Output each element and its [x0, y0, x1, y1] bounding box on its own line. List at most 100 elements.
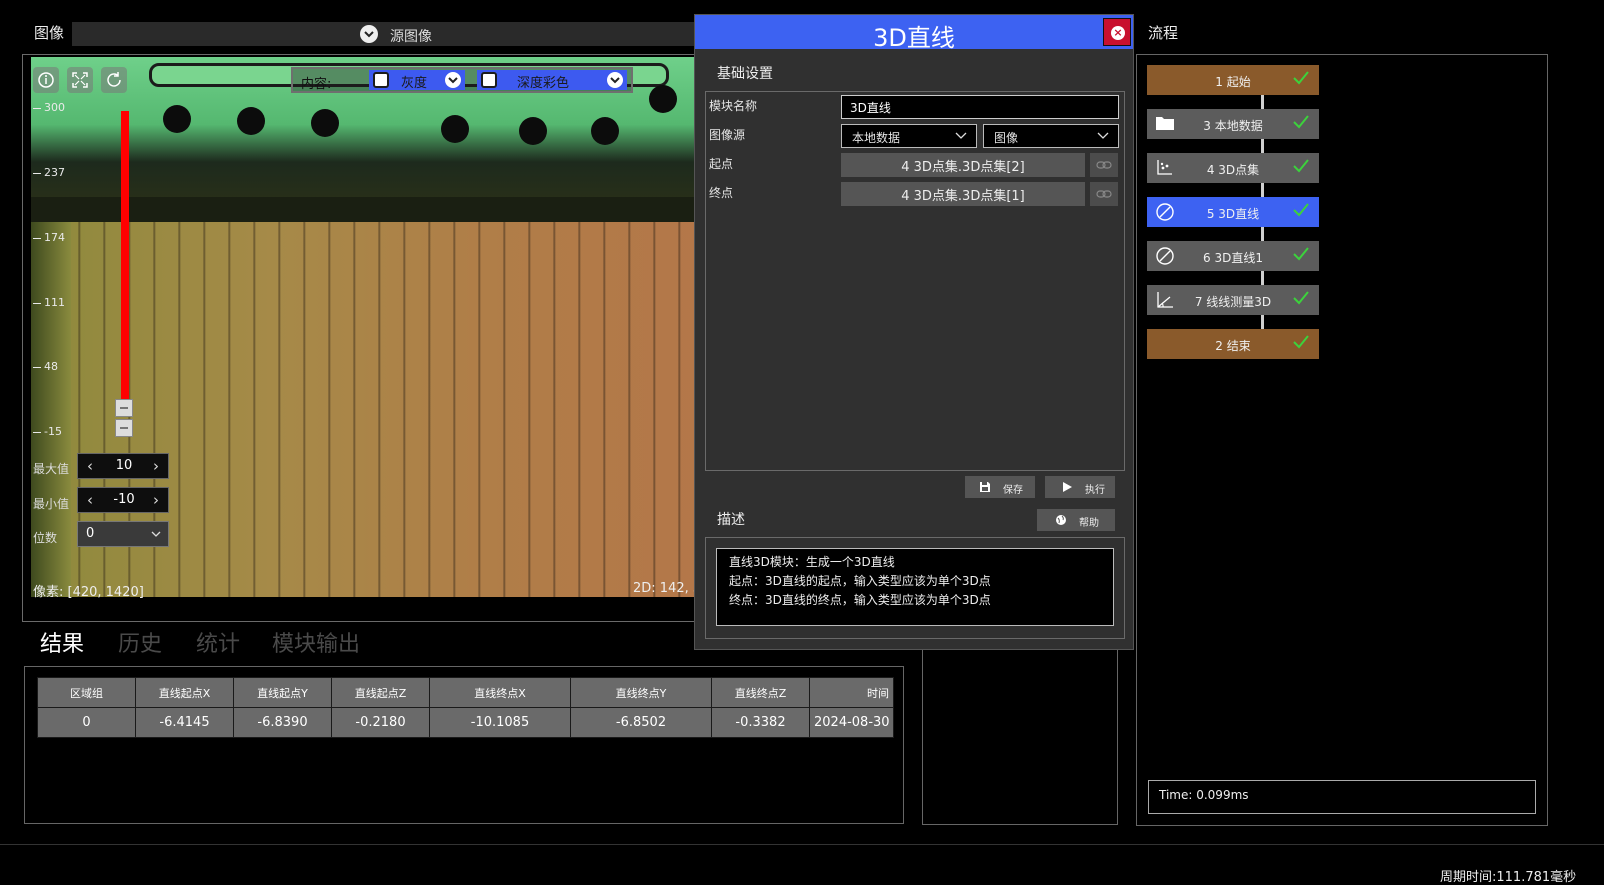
min-value-label: 最小值 — [33, 497, 70, 511]
check-icon — [1293, 71, 1309, 85]
table-cell: -6.8390 — [233, 707, 332, 738]
flow-node-3d-line-1[interactable]: 6 3D直线1 — [1147, 241, 1319, 271]
image-value: 图像 — [994, 131, 1019, 145]
help-label: 帮助 — [1079, 518, 1099, 529]
chevron-right-icon[interactable]: › — [148, 457, 164, 475]
close-button[interactable]: × — [1103, 18, 1131, 46]
pixel-info: 像素: [420, 1420] — [33, 585, 144, 600]
link-button[interactable] — [1090, 153, 1118, 177]
column-header[interactable]: 时间 — [809, 677, 894, 708]
image-source-label: 图像源 — [709, 128, 746, 142]
refresh-icon[interactable] — [101, 67, 127, 93]
description-line: 起点：3D直线的起点，输入类型应该为单个3D点 — [729, 574, 991, 588]
color-range-bar — [121, 111, 129, 403]
flow-node-line-measure-3d[interactable]: 7 线线测量3D — [1147, 285, 1319, 315]
image-panel-title: 图像 — [34, 24, 65, 42]
table-row[interactable]: 0 -6.4145 -6.8390 -0.2180 -10.1085 -6.85… — [37, 707, 894, 738]
check-icon — [1293, 335, 1309, 349]
module-name-input[interactable] — [841, 95, 1119, 119]
chevron-down-icon — [955, 132, 967, 139]
status-divider — [0, 844, 1604, 845]
description-line: 终点：3D直线的终点，输入类型应该为单个3D点 — [729, 593, 991, 607]
flow-node-3d-line[interactable]: 5 3D直线 — [1147, 197, 1319, 227]
column-header[interactable]: 直线起点Z — [331, 677, 430, 708]
tab-results[interactable]: 结果 — [40, 626, 84, 658]
description-line: 直线3D模块：生成一个3D直线 — [729, 555, 895, 569]
tab-statistics[interactable]: 统计 — [196, 626, 240, 658]
chevron-down-icon[interactable] — [607, 72, 623, 88]
max-value: 10 — [115, 458, 133, 473]
range-max-handle[interactable] — [115, 399, 133, 417]
content-label: 内容: — [301, 77, 332, 92]
image-select[interactable]: 图像 — [983, 124, 1119, 148]
image-source-dropdown[interactable]: 源图像 — [72, 22, 712, 46]
description-title: 描述 — [717, 512, 745, 528]
check-icon — [1293, 291, 1309, 305]
run-button[interactable]: 执行 — [1045, 476, 1115, 498]
flow-panel-title: 流程 — [1148, 24, 1179, 42]
depth-color-selector[interactable]: 深度彩色 — [477, 70, 627, 91]
end-point-label: 终点 — [709, 186, 734, 200]
scale-tick: 237 — [33, 166, 65, 179]
flow-node-point-set[interactable]: 4 3D点集 — [1147, 153, 1319, 183]
gray-mode-checkbox[interactable] — [373, 72, 389, 88]
chevron-down-icon[interactable] — [445, 72, 461, 88]
start-point-field[interactable]: 4 3D点集.3D点集[2] — [841, 153, 1085, 177]
link-icon — [1096, 161, 1112, 169]
fit-screen-icon[interactable] — [67, 67, 93, 93]
link-button[interactable] — [1090, 182, 1118, 206]
chevron-down-icon — [151, 531, 161, 537]
chevron-left-icon[interactable]: ‹ — [82, 457, 98, 475]
end-point-field[interactable]: 4 3D点集.3D点集[1] — [841, 182, 1085, 206]
check-icon — [1293, 247, 1309, 261]
min-value: -10 — [113, 492, 135, 507]
flow-node-local-data[interactable]: 3 本地数据 — [1147, 109, 1319, 139]
scale-tick: 111 — [33, 296, 65, 309]
table-cell: -6.8502 — [570, 707, 712, 738]
results-table: 区域组 直线起点X 直线起点Y 直线起点Z 直线终点X 直线终点Y 直线终点Z … — [37, 677, 894, 738]
description-text: 直线3D模块：生成一个3D直线 起点：3D直线的起点，输入类型应该为单个3D点 … — [716, 548, 1114, 626]
check-icon — [1293, 115, 1309, 129]
gray-mode-selector[interactable]: 灰度 — [369, 70, 465, 91]
gray-mode-label: 灰度 — [401, 76, 428, 91]
table-header-row: 区域组 直线起点X 直线起点Y 直线起点Z 直线终点X 直线终点Y 直线终点Z … — [37, 677, 894, 708]
max-value-stepper[interactable]: ‹ 10 › — [77, 453, 169, 479]
cycle-time: 周期时间:111.781毫秒 — [1440, 870, 1577, 885]
scale-tick: -15 — [33, 425, 62, 438]
save-button[interactable]: 保存 — [965, 476, 1035, 498]
status-bar — [0, 846, 1604, 884]
coord-info: 2D: 142, 3 — [633, 581, 702, 596]
dialog-header[interactable]: 3D直线 × — [695, 15, 1133, 52]
flow-time-text: Time: 0.099ms — [1159, 788, 1249, 802]
chevron-left-icon[interactable]: ‹ — [82, 491, 98, 509]
column-header[interactable]: 区域组 — [37, 677, 136, 708]
info-icon[interactable] — [33, 67, 59, 93]
flow-node-start[interactable]: 1 起始 — [1147, 65, 1319, 95]
table-cell: -0.2180 — [331, 707, 430, 738]
table-cell: -10.1085 — [429, 707, 571, 738]
table-cell: -0.3382 — [711, 707, 810, 738]
flow-time-display: Time: 0.099ms — [1148, 780, 1536, 814]
min-value-stepper[interactable]: ‹ -10 › — [77, 487, 169, 513]
image-source-select[interactable]: 本地数据 — [841, 124, 977, 148]
flow-node-end[interactable]: 2 结束 — [1147, 329, 1319, 359]
content-mode-bar: 内容: 灰度 深度彩色 — [291, 67, 633, 93]
image-source-value: 本地数据 — [852, 131, 901, 145]
depth-color-checkbox[interactable] — [481, 72, 497, 88]
scale-tick: 300 — [33, 101, 65, 114]
help-button[interactable]: 帮助 — [1037, 509, 1115, 531]
scale-tick: 174 — [33, 231, 65, 244]
column-header[interactable]: 直线终点Y — [570, 677, 712, 708]
max-value-label: 最大值 — [33, 462, 70, 476]
range-min-handle[interactable] — [115, 419, 133, 437]
tab-module-output[interactable]: 模块输出 — [272, 626, 360, 658]
column-header[interactable]: 直线终点Z — [711, 677, 810, 708]
save-label: 保存 — [1003, 485, 1023, 496]
column-header[interactable]: 直线起点X — [135, 677, 234, 708]
digits-select[interactable]: 0 — [77, 521, 169, 547]
chevron-right-icon[interactable]: › — [148, 491, 164, 509]
image-viewer[interactable]: 内容: 灰度 深度彩色 300 237 174 111 48 -15 最大值 ‹… — [22, 54, 722, 622]
column-header[interactable]: 直线终点X — [429, 677, 571, 708]
tab-history[interactable]: 历史 — [118, 626, 162, 658]
column-header[interactable]: 直线起点Y — [233, 677, 332, 708]
